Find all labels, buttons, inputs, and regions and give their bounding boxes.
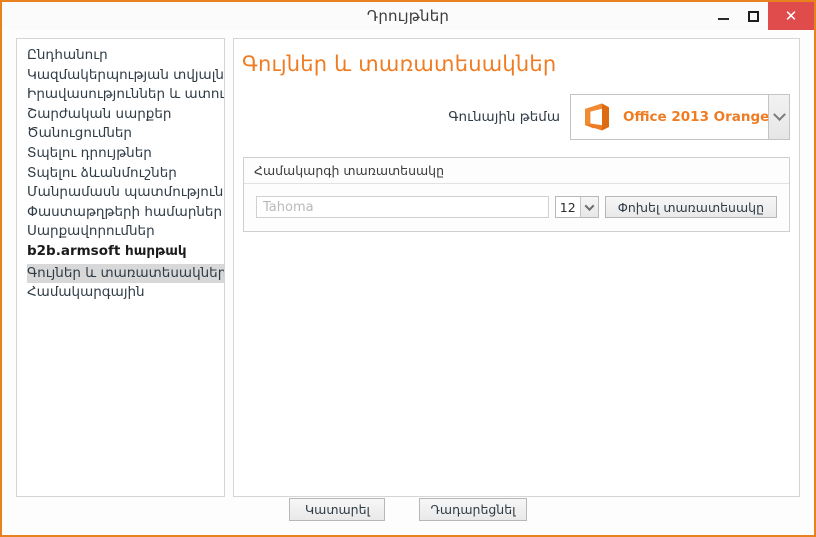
sidebar-item-notifications[interactable]: Ծանուցումներ	[17, 124, 224, 144]
font-size-value: 12	[559, 199, 576, 215]
sidebar-item-organization-data[interactable]: Կազմակերպության տվյալներ	[17, 66, 224, 86]
dialog-footer: Կատարել Դադարեցնել	[16, 491, 800, 527]
change-font-button[interactable]: Փոխել տառատեսակը	[604, 196, 777, 218]
page-title: Գույներ և տառատեսակներ	[242, 52, 557, 76]
client-area: Ընդհանուր Կազմակերպության տվյալներ Իրավա…	[2, 30, 814, 535]
minimize-button[interactable]	[708, 2, 738, 30]
close-button[interactable]: ✕	[768, 2, 814, 30]
sidebar-item-permissions[interactable]: Իրավասություններ և ատուգումներ	[17, 85, 224, 105]
font-size-dropdown-arrow[interactable]	[579, 197, 598, 217]
font-name-input[interactable]	[256, 196, 549, 218]
close-icon: ✕	[784, 6, 798, 25]
title-bar: Դրույթներ ✕	[2, 2, 814, 30]
color-theme-label: Գունային թեմա	[448, 109, 560, 125]
settings-sidebar: Ընդհանուր Կազմակերպության տվյալներ Իրավա…	[16, 38, 225, 497]
color-theme-selected-value: Office 2013 Orange	[623, 109, 768, 125]
system-font-group-body: 12 Փոխել տառատեսակը	[244, 184, 789, 231]
sidebar-item-b2b-armsoft[interactable]: b2b.armsoft հարթակ	[17, 242, 224, 262]
settings-window: Դրույթներ ✕ Ընդհանուր Կազմակերպության տվ…	[0, 0, 816, 537]
system-font-group-header: Համակարգի տառատեսակը	[244, 158, 789, 184]
sidebar-item-document-numbers[interactable]: Փաստաթղթերի համարներ	[17, 203, 224, 223]
sidebar-item-equipment[interactable]: Սարքավորումներ	[17, 222, 224, 242]
chevron-down-icon	[584, 200, 595, 211]
sidebar-item-print-settings[interactable]: Տպելու դրույթներ	[17, 144, 224, 164]
cancel-button[interactable]: Դադարեցնել	[419, 497, 527, 521]
font-size-dropdown[interactable]: 12	[554, 196, 599, 218]
system-font-groupbox: Համակարգի տառատեսակը 12 Փոխել տառատեսակը	[243, 157, 790, 232]
minimize-icon	[717, 17, 729, 20]
office-logo-icon	[585, 103, 609, 131]
maximize-icon	[747, 10, 759, 22]
sidebar-item-print-templates[interactable]: Տպելու ձևանմուշներ	[17, 164, 224, 184]
sidebar-item-detailed-history[interactable]: Մանրամասն պատմություն	[17, 183, 224, 203]
sidebar-item-general[interactable]: Ընդհանուր	[17, 46, 224, 66]
sidebar-item-mobile-devices[interactable]: Շարժական սարքեր	[17, 105, 224, 125]
settings-main-panel: Գույներ և տառատեսակներ Գունային թեմա Off…	[233, 38, 800, 497]
window-controls: ✕	[708, 2, 814, 30]
color-theme-dropdown-arrow[interactable]	[768, 95, 789, 139]
sidebar-item-system[interactable]: Համակարգային	[17, 283, 224, 303]
ok-button[interactable]: Կատարել	[289, 497, 386, 521]
chevron-down-icon	[772, 107, 786, 121]
sidebar-item-colors-and-fonts[interactable]: Գույներ և տառատեսակներ	[27, 263, 224, 284]
color-theme-row: Գունային թեմա Office 2013 Orange	[234, 94, 799, 140]
color-theme-dropdown[interactable]: Office 2013 Orange	[570, 94, 790, 140]
maximize-button[interactable]	[738, 2, 768, 30]
color-theme-value-area[interactable]: Office 2013 Orange	[571, 95, 768, 139]
window-title: Դրույթներ	[366, 7, 450, 25]
